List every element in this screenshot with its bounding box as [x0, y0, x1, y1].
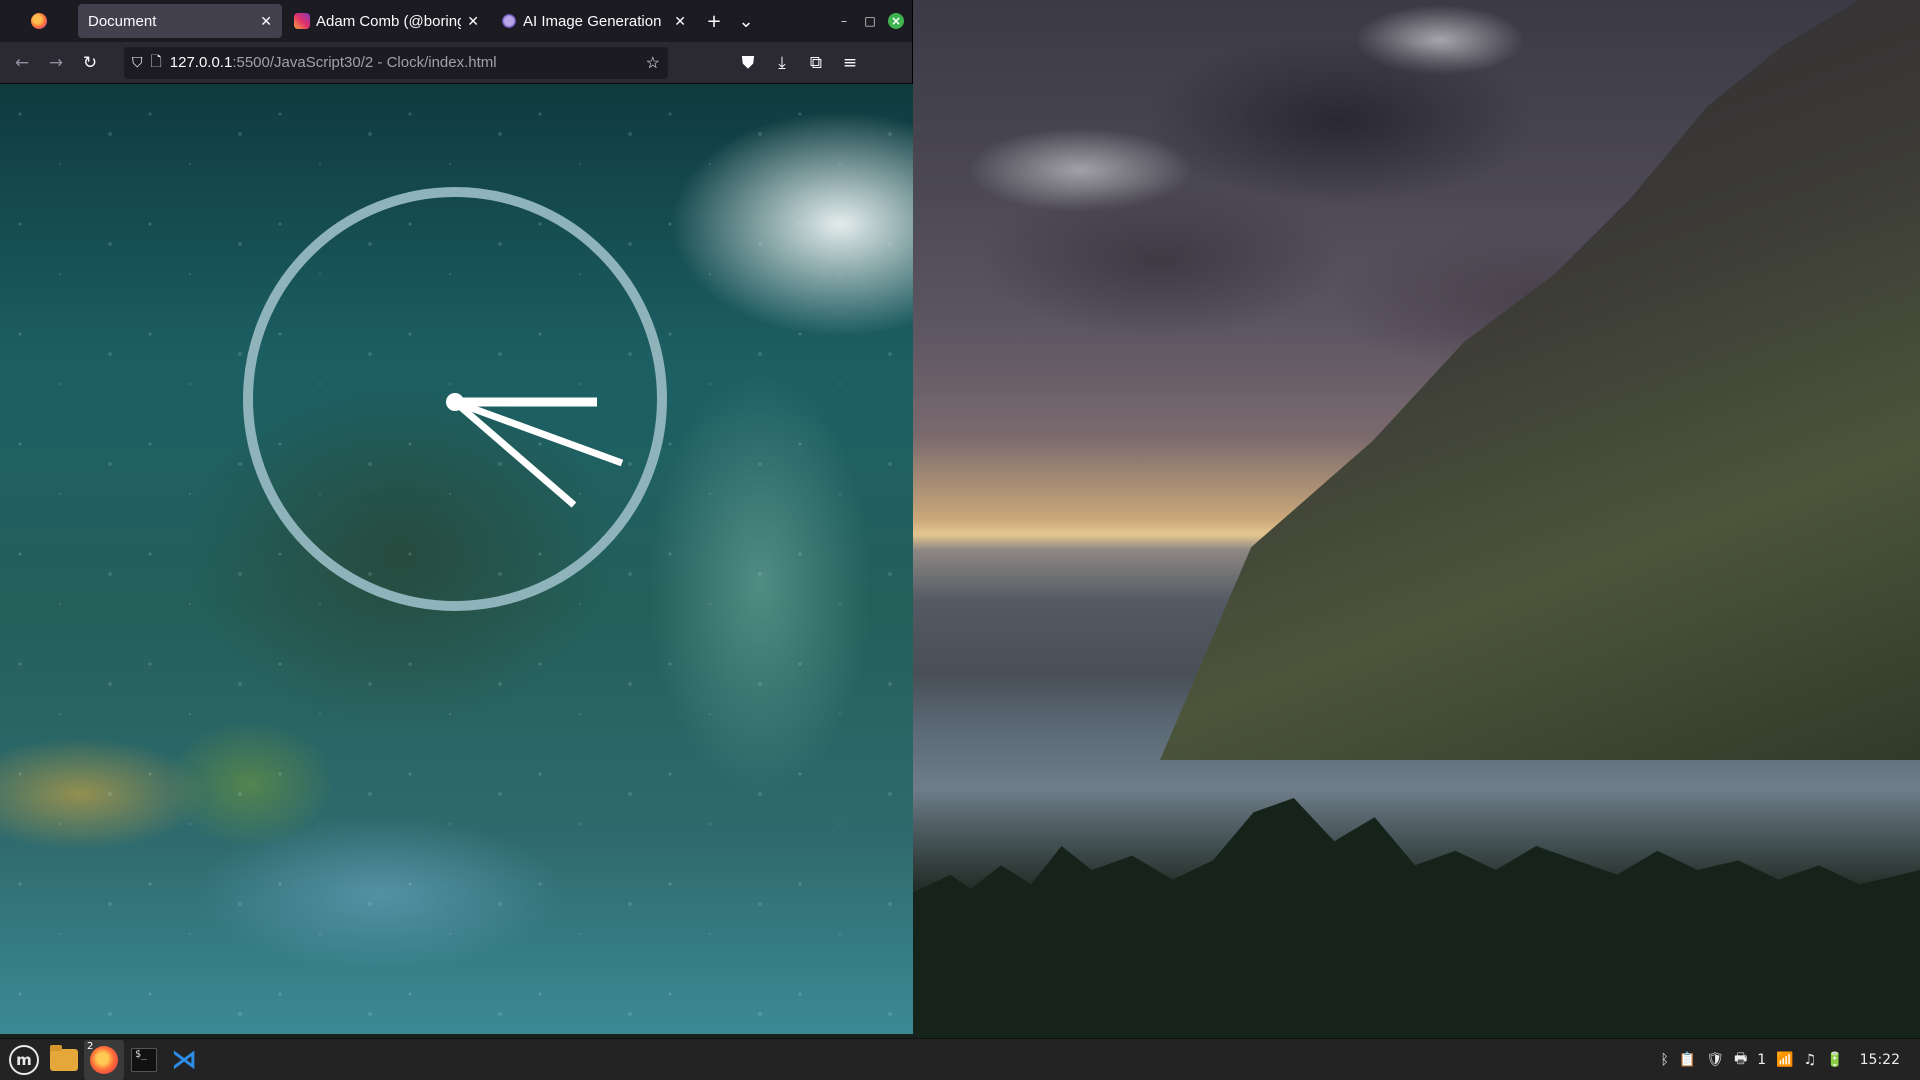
tab-list-button[interactable]: ⌄ — [730, 5, 762, 37]
firefox-menu-icon[interactable] — [0, 0, 78, 42]
wifi-icon[interactable]: 📶 — [1776, 1052, 1793, 1068]
vscode-icon: ⋊ — [171, 1044, 197, 1075]
menu-button[interactable]: m — [4, 1040, 44, 1080]
battery-icon[interactable]: 🔋 — [1826, 1052, 1843, 1068]
forward-arrow-icon[interactable]: → — [42, 49, 70, 77]
firefox-taskbar-button[interactable]: 2 — [84, 1039, 124, 1080]
update-shield-icon[interactable]: 🛡 — [1706, 1052, 1724, 1068]
folder-icon — [50, 1044, 78, 1071]
tab-document[interactable]: Document ✕ — [78, 4, 282, 38]
printer-icon[interactable]: 🖶 — [1734, 1048, 1747, 1072]
page-icon[interactable]: 🗋 — [151, 51, 162, 75]
tab-label: AI Image Generation — [523, 12, 662, 30]
navigation-toolbar: ← → ↻ ⛉ 🗋 127.0.0.1:5500/JavaScript30/2 … — [0, 42, 912, 84]
extensions-icon[interactable]: ⧉ — [802, 49, 830, 77]
hour-hand — [452, 399, 577, 508]
clipboard-icon[interactable]: 📋 — [1679, 1052, 1696, 1068]
clock-center-dot — [446, 393, 464, 411]
url-bar[interactable]: ⛉ 🗋 127.0.0.1:5500/JavaScript30/2 - Cloc… — [124, 46, 668, 79]
window-close-icon[interactable]: × — [888, 13, 904, 29]
files-launcher[interactable] — [44, 1040, 84, 1080]
tab-label: Document — [88, 12, 157, 30]
vscode-launcher[interactable]: ⋊ — [164, 1040, 204, 1080]
download-icon[interactable]: ⤓ — [768, 49, 796, 77]
window-count-badge: 2 — [87, 1040, 94, 1052]
hamburger-menu-icon[interactable]: ≡ — [836, 49, 864, 77]
reload-icon[interactable]: ↻ — [76, 49, 104, 77]
terminal-icon: $_ — [131, 1047, 157, 1072]
system-tray: ᛒ 📋 🛡 🖶 1 📶 ♫ 🔋 15:22 — [1660, 1048, 1916, 1072]
instagram-icon — [294, 13, 310, 29]
new-tab-button[interactable]: + — [698, 5, 730, 37]
taskbar-clock[interactable]: 15:22 — [1860, 1052, 1900, 1068]
close-icon[interactable]: ✕ — [467, 13, 479, 30]
tab-label: Adam Comb (@boring — [316, 12, 462, 30]
tab-instagram[interactable]: Adam Comb (@boring ✕ — [284, 4, 489, 38]
window-controls: – □ × — [836, 13, 912, 29]
maximize-icon[interactable]: □ — [862, 13, 878, 29]
bookmark-star-icon[interactable]: ☆ — [646, 53, 660, 73]
close-icon[interactable]: ✕ — [674, 13, 686, 30]
firefox-window: Document ✕ Adam Comb (@boring ✕ AI Image… — [0, 0, 913, 1034]
minimize-icon[interactable]: – — [836, 13, 852, 29]
shield-icon[interactable]: ⛉ — [132, 54, 143, 71]
close-icon[interactable]: ✕ — [260, 13, 272, 30]
analog-clock — [241, 185, 669, 613]
sound-icon[interactable]: ♫ — [1804, 1052, 1817, 1068]
tab-ai-image-generation[interactable]: AI Image Generation ✕ — [491, 4, 696, 38]
firefox-icon — [90, 1045, 118, 1074]
wallpaper-trees — [910, 798, 1920, 1038]
linux-mint-icon: m — [9, 1044, 39, 1075]
page-viewport — [0, 84, 913, 1034]
workspace-indicator[interactable]: 1 — [1757, 1052, 1766, 1068]
url-text: 127.0.0.1:5500/JavaScript30/2 - Clock/in… — [169, 54, 497, 71]
bluetooth-icon[interactable]: ᛒ — [1660, 1052, 1668, 1068]
tab-bar: Document ✕ Adam Comb (@boring ✕ AI Image… — [0, 0, 912, 42]
back-arrow-icon[interactable]: ← — [8, 49, 36, 77]
second-hand — [453, 398, 624, 467]
terminal-launcher[interactable]: $_ — [124, 1040, 164, 1080]
taskbar: m 2 $_ ⋊ ᛒ 📋 🛡 🖶 1 📶 ♫ 🔋 15:22 — [0, 1038, 1920, 1080]
pocket-icon[interactable]: ⛊ — [734, 49, 762, 77]
ai-icon — [501, 13, 517, 29]
